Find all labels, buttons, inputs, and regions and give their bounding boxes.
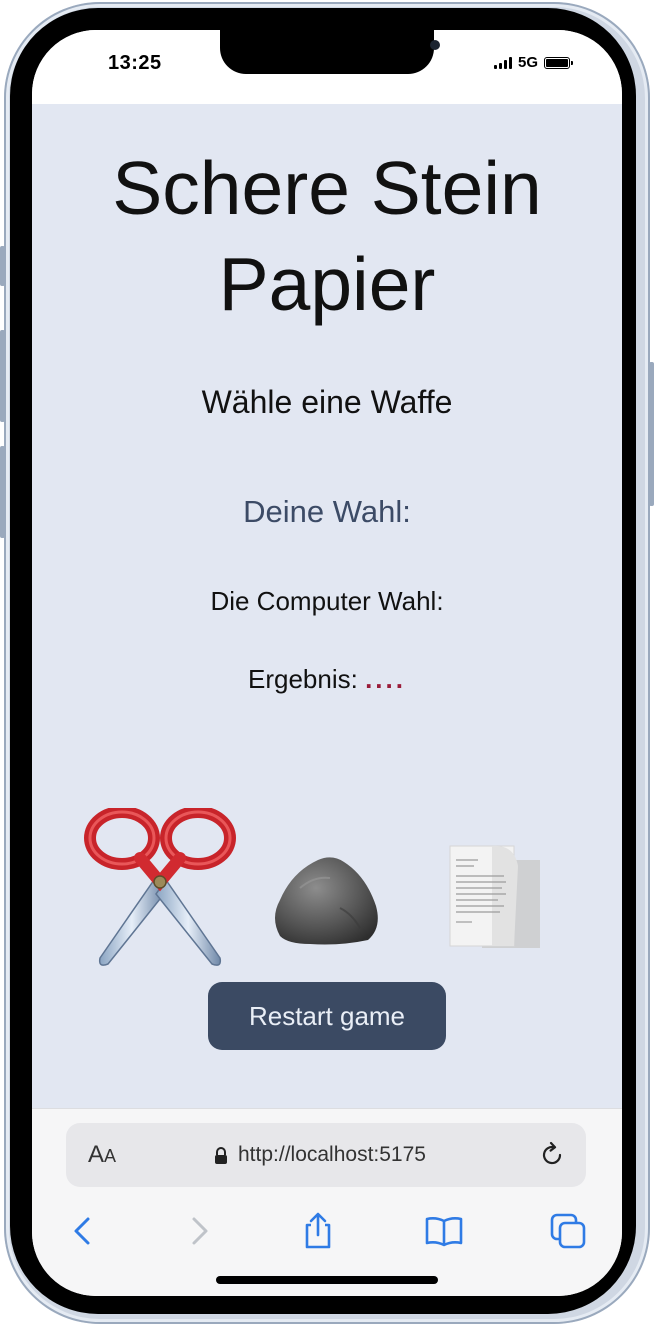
- phone-screen: 13:25 5G Schere Stein Papier Wähle eine …: [32, 30, 622, 1296]
- share-icon[interactable]: [298, 1211, 338, 1251]
- volume-down-button: [0, 446, 5, 538]
- back-icon[interactable]: [64, 1211, 104, 1251]
- browser-nav-bar: [32, 1207, 622, 1257]
- device-screenshot: 13:25 5G Schere Stein Papier Wähle eine …: [0, 0, 654, 1326]
- tabs-icon[interactable]: [548, 1211, 588, 1251]
- bookmarks-icon[interactable]: [424, 1211, 464, 1251]
- forward-icon[interactable]: [178, 1211, 218, 1251]
- text-size-label-small: A: [104, 1146, 117, 1166]
- status-time: 13:25: [108, 52, 162, 74]
- camera-icon: [430, 40, 440, 50]
- paper-icon: [449, 845, 540, 948]
- network-type: 5G: [517, 54, 538, 71]
- result-label: Ergebnis:: [248, 664, 358, 694]
- notch: [220, 30, 440, 74]
- reload-icon[interactable]: [538, 1141, 566, 1169]
- status-indicators: 5G: [493, 54, 573, 71]
- scissors-icon: [84, 806, 236, 966]
- restart-game-button[interactable]: Restart game: [208, 982, 446, 1050]
- battery-icon: [544, 56, 573, 69]
- rock-icon: [275, 857, 378, 945]
- computer-choice-label: Die Computer Wahl:: [210, 586, 444, 616]
- signal-icon: [493, 56, 512, 69]
- your-choice-label: Deine Wahl:: [243, 494, 411, 529]
- url-text[interactable]: http://localhost:5175: [238, 1143, 426, 1167]
- paper-button[interactable]: [448, 842, 544, 952]
- home-indicator[interactable]: [216, 1276, 438, 1284]
- address-bar[interactable]: AA http://localhost:5175: [66, 1123, 586, 1187]
- text-size-label-big: A: [88, 1141, 105, 1168]
- weapon-prompt: Wähle eine Waffe: [201, 384, 453, 420]
- silent-switch: [0, 246, 5, 286]
- text-size-button[interactable]: AA: [88, 1141, 116, 1169]
- result-line: Ergebnis: ....: [32, 664, 622, 695]
- result-value: ....: [365, 664, 406, 694]
- scissors-button[interactable]: [80, 806, 240, 972]
- rock-button[interactable]: [270, 848, 382, 948]
- page-title: Schere Stein Papier: [112, 146, 542, 326]
- lock-icon: [215, 1147, 227, 1164]
- power-button: [649, 362, 654, 506]
- game-page: Schere Stein Papier Wähle eine Waffe Dei…: [32, 104, 622, 1108]
- volume-up-button: [0, 330, 5, 422]
- safari-toolbar: AA http://localhost:5175: [32, 1108, 622, 1296]
